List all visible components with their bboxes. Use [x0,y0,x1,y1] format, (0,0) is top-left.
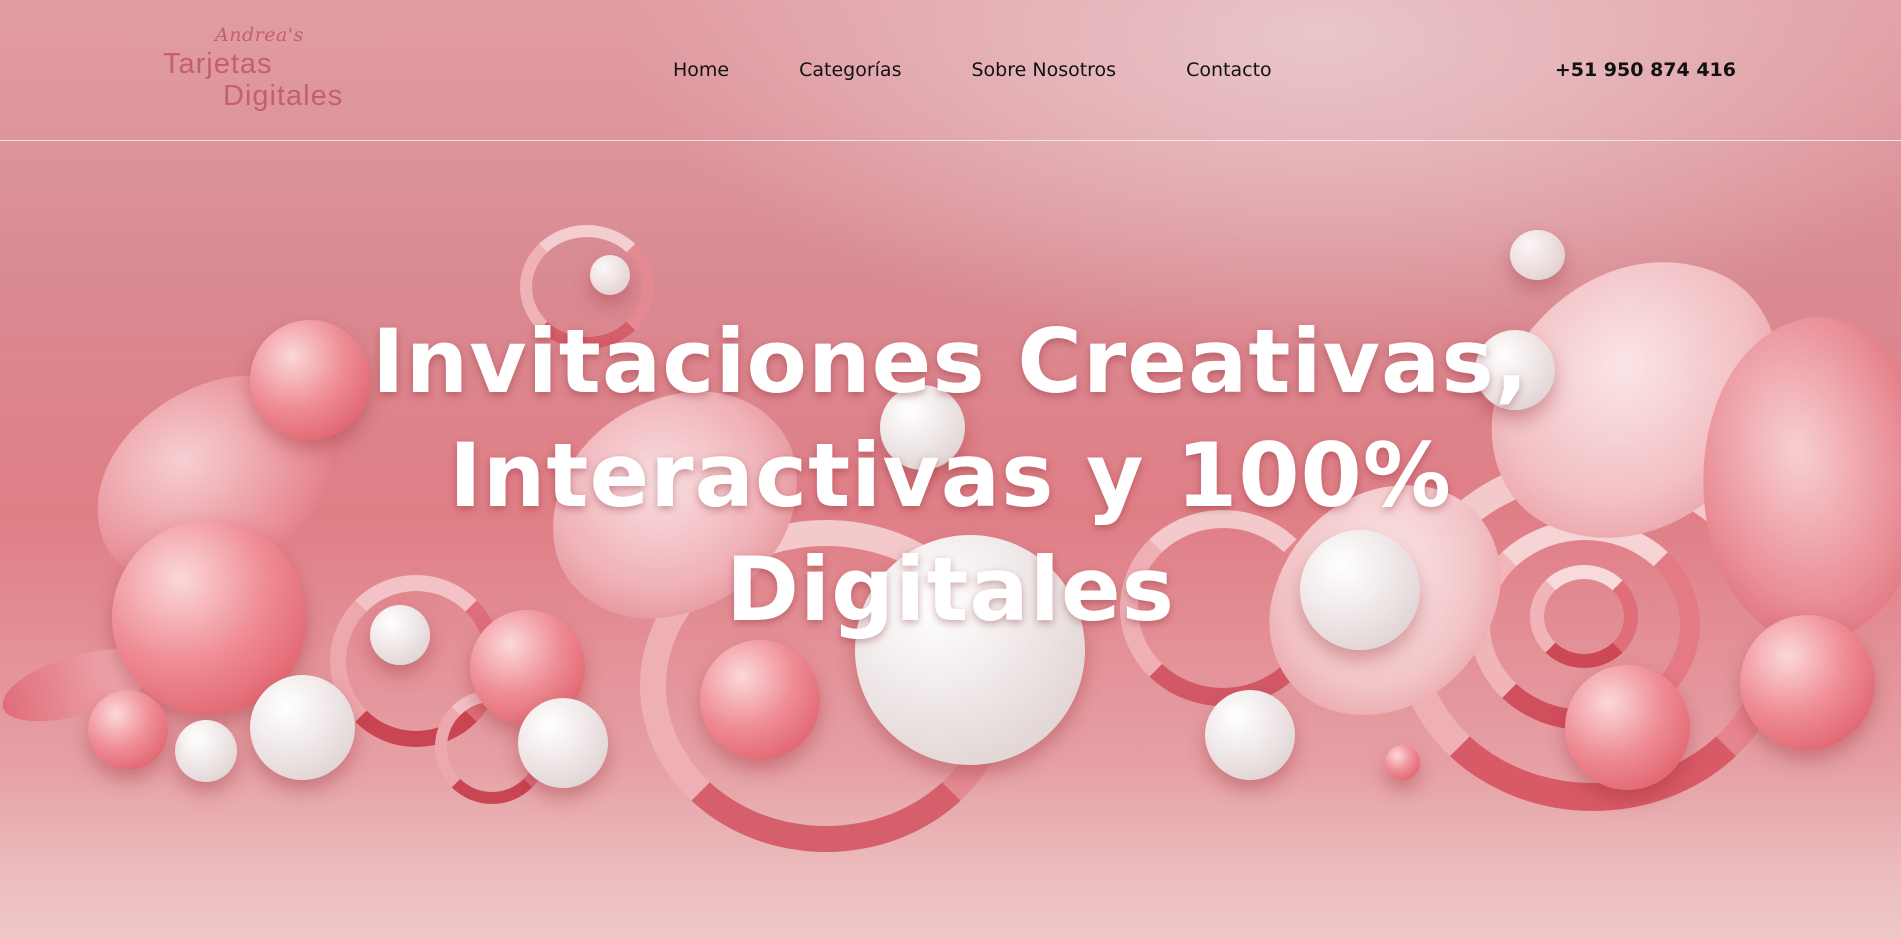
logo-script-text: Andrea's [215,24,304,46]
hero-section: Invitaciones Creativas, Interactivas y 1… [0,305,1901,647]
logo-line-2: Digitales [223,80,344,112]
hero-heading-line-2: Interactivas y 100% [449,424,1452,527]
hero-heading-line-3: Digitales [725,538,1176,641]
nav-item-sobre-nosotros[interactable]: Sobre Nosotros [971,56,1116,84]
site-logo[interactable]: Andrea's Tarjetas Digitales [163,24,353,116]
hero-heading-line-1: Invitaciones Creativas, [371,310,1530,413]
phone-number[interactable]: +51 950 874 416 [1555,56,1736,84]
nav-item-categorias[interactable]: Categorías [799,56,901,84]
site-header: Andrea's Tarjetas Digitales Home Categor… [0,0,1901,141]
hero-heading: Invitaciones Creativas, Interactivas y 1… [0,305,1901,647]
nav-item-home[interactable]: Home [673,56,729,84]
logo-line-1: Tarjetas [163,48,273,80]
nav-item-contacto[interactable]: Contacto [1186,56,1272,84]
main-nav: Home Categorías Sobre Nosotros Contacto [673,56,1272,84]
